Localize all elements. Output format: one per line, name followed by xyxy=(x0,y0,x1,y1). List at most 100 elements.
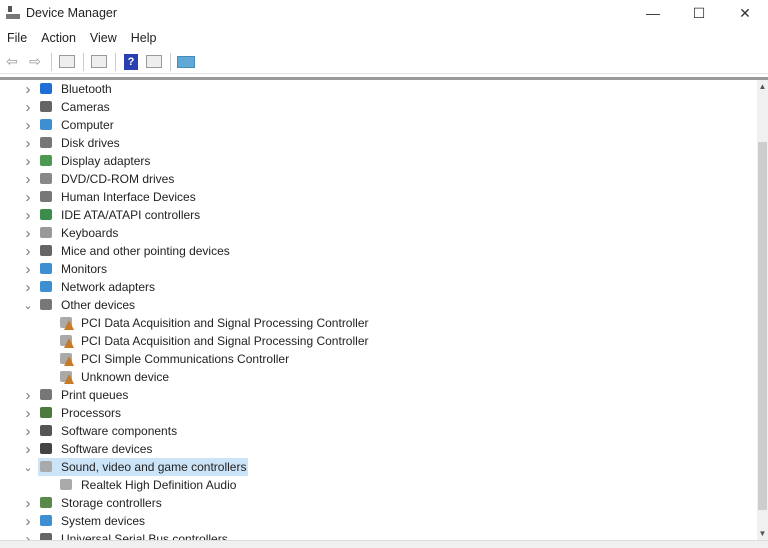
tree-child-item[interactable]: PCI Data Acquisition and Signal Processi… xyxy=(58,314,370,332)
menu-action[interactable]: Action xyxy=(34,31,83,45)
collapse-chevron-icon[interactable]: ⌄ xyxy=(22,296,34,314)
menu-bar: File Action View Help xyxy=(0,28,164,48)
device-manager-icon xyxy=(6,6,20,20)
expand-chevron-icon[interactable]: › xyxy=(22,494,34,512)
tree-category-item[interactable]: ⌄ Other devices xyxy=(23,296,137,314)
tree-category-item[interactable]: › Print queues xyxy=(26,386,130,404)
tree-category-item[interactable]: › Mice and other pointing devices xyxy=(26,242,232,260)
expand-chevron-icon[interactable]: › xyxy=(22,116,34,134)
other-devices-icon xyxy=(38,298,54,312)
tree-category-item[interactable]: › Processors xyxy=(26,404,123,422)
expand-chevron-icon[interactable]: › xyxy=(22,278,34,296)
toolbar-separator xyxy=(115,52,116,71)
tree-item-label: Computer xyxy=(61,118,114,132)
tree-item-label: PCI Simple Communications Controller xyxy=(81,352,290,366)
scan-hardware-button[interactable] xyxy=(176,53,196,71)
tree-category-item[interactable]: › Network adapters xyxy=(26,278,157,296)
tree-category-item[interactable]: › Storage controllers xyxy=(26,494,164,512)
tree-category-item[interactable]: › DVD/CD-ROM drives xyxy=(26,170,176,188)
tree-item-label: Processors xyxy=(61,406,122,420)
tree-category-item[interactable]: › Computer xyxy=(26,116,116,134)
tree-item-label: PCI Data Acquisition and Signal Processi… xyxy=(81,334,369,348)
tree-item-label: Unknown device xyxy=(81,370,170,384)
device-warning-icon xyxy=(58,370,74,384)
tree-category-item[interactable]: › Software components xyxy=(26,422,179,440)
mouse-icon xyxy=(38,244,54,258)
maximize-button[interactable]: ☐ xyxy=(676,0,722,26)
tree-item-label: Network adapters xyxy=(61,280,156,294)
tree-category-item[interactable]: › System devices xyxy=(26,512,147,530)
collapse-chevron-icon[interactable]: ⌄ xyxy=(22,458,34,476)
expand-chevron-icon[interactable]: › xyxy=(22,134,34,152)
tree-category-item[interactable]: ⌄ Sound, video and game controllers xyxy=(23,458,249,476)
tree-item-label: Storage controllers xyxy=(61,496,162,510)
scroll-up-arrow-icon[interactable]: ▲ xyxy=(757,82,768,91)
system-devices-icon xyxy=(38,514,54,528)
expand-chevron-icon[interactable]: › xyxy=(22,530,34,541)
expand-chevron-icon[interactable]: › xyxy=(22,386,34,404)
tree-child-item[interactable]: PCI Data Acquisition and Signal Processi… xyxy=(58,332,370,350)
minimize-button[interactable]: — xyxy=(630,0,676,26)
tree-category-item[interactable]: › Bluetooth xyxy=(26,80,114,98)
tree-item-label: Disk drives xyxy=(61,136,120,150)
disk-drive-icon xyxy=(38,136,54,150)
tree-item-label: Software components xyxy=(61,424,178,438)
tree-child-item[interactable]: Unknown device xyxy=(58,368,171,386)
vertical-scrollbar[interactable]: ▲ ▼ xyxy=(757,80,768,540)
expand-chevron-icon[interactable]: › xyxy=(22,170,34,188)
scrollbar-thumb[interactable] xyxy=(758,142,767,510)
help-button[interactable]: ? xyxy=(121,53,141,71)
printer-icon xyxy=(38,388,54,402)
tree-category-item[interactable]: › Software devices xyxy=(26,440,154,458)
tree-item-label: System devices xyxy=(61,514,146,528)
forward-button[interactable]: ⇨ xyxy=(25,53,45,71)
expand-chevron-icon[interactable]: › xyxy=(22,260,34,278)
tree-item-label: Sound, video and game controllers xyxy=(61,460,247,474)
menu-view[interactable]: View xyxy=(83,31,124,45)
expand-chevron-icon[interactable]: › xyxy=(22,404,34,422)
device-warning-icon xyxy=(58,334,74,348)
expand-chevron-icon[interactable]: › xyxy=(22,422,34,440)
toolbar-separator xyxy=(170,52,171,71)
expand-chevron-icon[interactable]: › xyxy=(22,224,34,242)
expand-chevron-icon[interactable]: › xyxy=(22,188,34,206)
tree-category-item[interactable]: › IDE ATA/ATAPI controllers xyxy=(26,206,202,224)
tree-item-label: Display adapters xyxy=(61,154,151,168)
tree-child-item[interactable]: PCI Simple Communications Controller xyxy=(58,350,291,368)
tree-category-item[interactable]: › Human Interface Devices xyxy=(26,188,198,206)
hid-icon xyxy=(38,190,54,204)
show-hide-console-tree-button[interactable] xyxy=(57,53,77,71)
scroll-down-arrow-icon[interactable]: ▼ xyxy=(757,529,768,538)
display-adapter-icon xyxy=(38,154,54,168)
tree-item-label: Human Interface Devices xyxy=(61,190,196,204)
tree-category-item[interactable]: › Monitors xyxy=(26,260,109,278)
device-tree: › Bluetooth › Cameras › Computer › Disk drives ›… xyxy=(0,80,757,540)
menu-file[interactable]: File xyxy=(0,31,34,45)
processor-icon xyxy=(38,406,54,420)
expand-chevron-icon[interactable]: › xyxy=(22,206,34,224)
expand-chevron-icon[interactable]: › xyxy=(22,152,34,170)
title-bar: Device Manager — ☐ ✕ xyxy=(0,0,768,26)
status-bar xyxy=(0,540,768,548)
expand-chevron-icon[interactable]: › xyxy=(22,512,34,530)
tree-child-item[interactable]: Realtek High Definition Audio xyxy=(58,476,238,494)
tree-category-item[interactable]: › Disk drives xyxy=(26,134,122,152)
expand-chevron-icon[interactable]: › xyxy=(22,242,34,260)
tree-category-item[interactable]: › Universal Serial Bus controllers xyxy=(26,530,230,540)
dvd-drive-icon xyxy=(38,172,54,186)
properties-button[interactable] xyxy=(89,53,109,71)
expand-chevron-icon[interactable]: › xyxy=(22,440,34,458)
tree-category-item[interactable]: › Cameras xyxy=(26,98,112,116)
action-pane-icon xyxy=(146,55,162,68)
expand-chevron-icon[interactable]: › xyxy=(22,98,34,116)
show-action-pane-button[interactable] xyxy=(144,53,164,71)
expand-chevron-icon[interactable]: › xyxy=(22,80,34,98)
tree-category-item[interactable]: › Keyboards xyxy=(26,224,120,242)
back-button[interactable]: ⇦ xyxy=(2,53,22,71)
tree-category-item[interactable]: › Display adapters xyxy=(26,152,152,170)
menu-help[interactable]: Help xyxy=(124,31,164,45)
usb-icon xyxy=(38,532,54,540)
toolbar-separator xyxy=(83,52,84,71)
close-button[interactable]: ✕ xyxy=(722,0,768,26)
tree-item-label: Cameras xyxy=(61,100,110,114)
